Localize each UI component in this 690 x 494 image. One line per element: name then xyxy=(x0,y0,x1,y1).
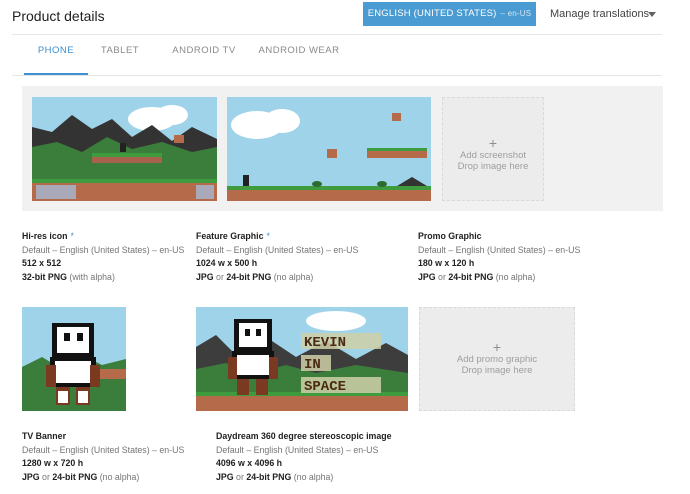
asset-format-alt: 24-bit PNG xyxy=(52,471,98,482)
drop-image-hint: Drop image here xyxy=(461,365,533,376)
asset-format-alt: 24-bit PNG xyxy=(226,271,272,282)
language-button[interactable]: ENGLISH (UNITED STATES) – en-US xyxy=(363,2,536,26)
manage-translations-dropdown[interactable]: Manage translations xyxy=(544,2,664,26)
asset-locale: Default – English (United States) – en-U… xyxy=(216,444,379,455)
asset-format: 32-bit PNG xyxy=(22,271,67,282)
hires-icon-image[interactable] xyxy=(22,307,126,411)
asset-format: JPG xyxy=(418,271,436,282)
tab-android-tv[interactable]: ANDROID TV xyxy=(164,35,244,75)
hires-icon-info: Hi-res icon * Default – English (United S… xyxy=(22,230,192,284)
page-title: Product details xyxy=(12,8,105,24)
asset-title: Daydream 360 degree stereoscopic image xyxy=(216,431,392,441)
plus-icon: + xyxy=(492,339,502,355)
asset-format-note: (no alpha) xyxy=(97,471,140,482)
top-bar: Product details ENGLISH (UNITED STATES) –… xyxy=(0,0,690,34)
drop-image-hint: Drop image here xyxy=(457,161,529,172)
asset-locale: Default – English (United States) – en-U… xyxy=(418,244,581,255)
plus-icon: + xyxy=(488,135,498,151)
asset-locale: Default – English (United States) – en-U… xyxy=(22,444,185,455)
asset-size: 180 w x 120 h xyxy=(418,258,475,268)
tab-tablet[interactable]: TABLET xyxy=(94,35,146,75)
asset-format-note: (no alpha) xyxy=(493,271,536,282)
add-screenshot-dropzone[interactable]: + Add screenshot Drop image here xyxy=(442,97,544,201)
asset-title: Hi-res icon xyxy=(22,231,68,241)
asset-format: JPG xyxy=(196,271,214,282)
asset-title: TV Banner xyxy=(22,431,66,441)
asset-locale: Default – English (United States) – en-U… xyxy=(196,244,359,255)
asset-format: JPG xyxy=(22,471,40,482)
add-promo-graphic-dropzone[interactable]: + Add promo graphic Drop image here xyxy=(419,307,575,411)
feature-text-line: IN xyxy=(304,357,321,373)
language-code: – en-US xyxy=(500,9,532,18)
asset-format-alt: 24-bit PNG xyxy=(246,471,292,482)
asset-title: Feature Graphic xyxy=(196,231,264,241)
asset-format-note: (no alpha) xyxy=(291,471,334,482)
asset-format-note: (no alpha) xyxy=(271,271,314,282)
tv-banner-info: TV Banner Default – English (United Stat… xyxy=(22,430,212,484)
asset-format: JPG xyxy=(216,471,234,482)
asset-size: 1024 w x 500 h xyxy=(196,258,258,268)
asset-locale: Default – English (United States) – en-U… xyxy=(22,244,185,255)
language-label: ENGLISH (UNITED STATES) xyxy=(367,8,497,19)
add-promo-label: Add promo graphic xyxy=(456,354,538,365)
asset-format-or: or xyxy=(39,471,53,482)
asset-format-alt: 24-bit PNG xyxy=(448,271,494,282)
device-tabs: PHONE TABLET ANDROID TV ANDROID WEAR xyxy=(12,34,662,76)
asset-size: 512 x 512 xyxy=(22,258,62,268)
feature-graphic-image[interactable]: KEVIN IN SPACE xyxy=(196,307,408,411)
feature-text-line: KEVIN xyxy=(304,335,346,351)
tab-android-wear[interactable]: ANDROID WEAR xyxy=(256,35,342,75)
asset-title: Promo Graphic xyxy=(418,231,482,241)
screenshot-thumbnail[interactable] xyxy=(32,97,217,201)
add-screenshot-label: Add screenshot xyxy=(459,150,526,161)
tab-phone[interactable]: PHONE xyxy=(24,35,88,75)
asset-format-or: or xyxy=(435,271,449,282)
promo-graphic-info: Promo Graphic Default – English (United … xyxy=(418,230,618,284)
chevron-down-icon xyxy=(648,12,656,17)
required-mark: * xyxy=(70,231,74,241)
screenshot-thumbnail[interactable] xyxy=(227,97,431,201)
asset-format-note: (with alpha) xyxy=(66,271,115,282)
asset-format-or: or xyxy=(213,271,227,282)
asset-format-or: or xyxy=(233,471,247,482)
required-mark: * xyxy=(266,231,270,241)
asset-size: 4096 w x 4096 h xyxy=(216,458,283,468)
manage-translations-label: Manage translations xyxy=(550,8,650,20)
feature-text-line: SPACE xyxy=(304,379,346,395)
daydream-image-info: Daydream 360 degree stereoscopic image D… xyxy=(216,430,446,484)
screenshots-area: + Add screenshot Drop image here xyxy=(22,86,663,211)
feature-graphic-info: Feature Graphic * Default – English (Unit… xyxy=(196,230,396,284)
asset-size: 1280 w x 720 h xyxy=(22,458,84,468)
